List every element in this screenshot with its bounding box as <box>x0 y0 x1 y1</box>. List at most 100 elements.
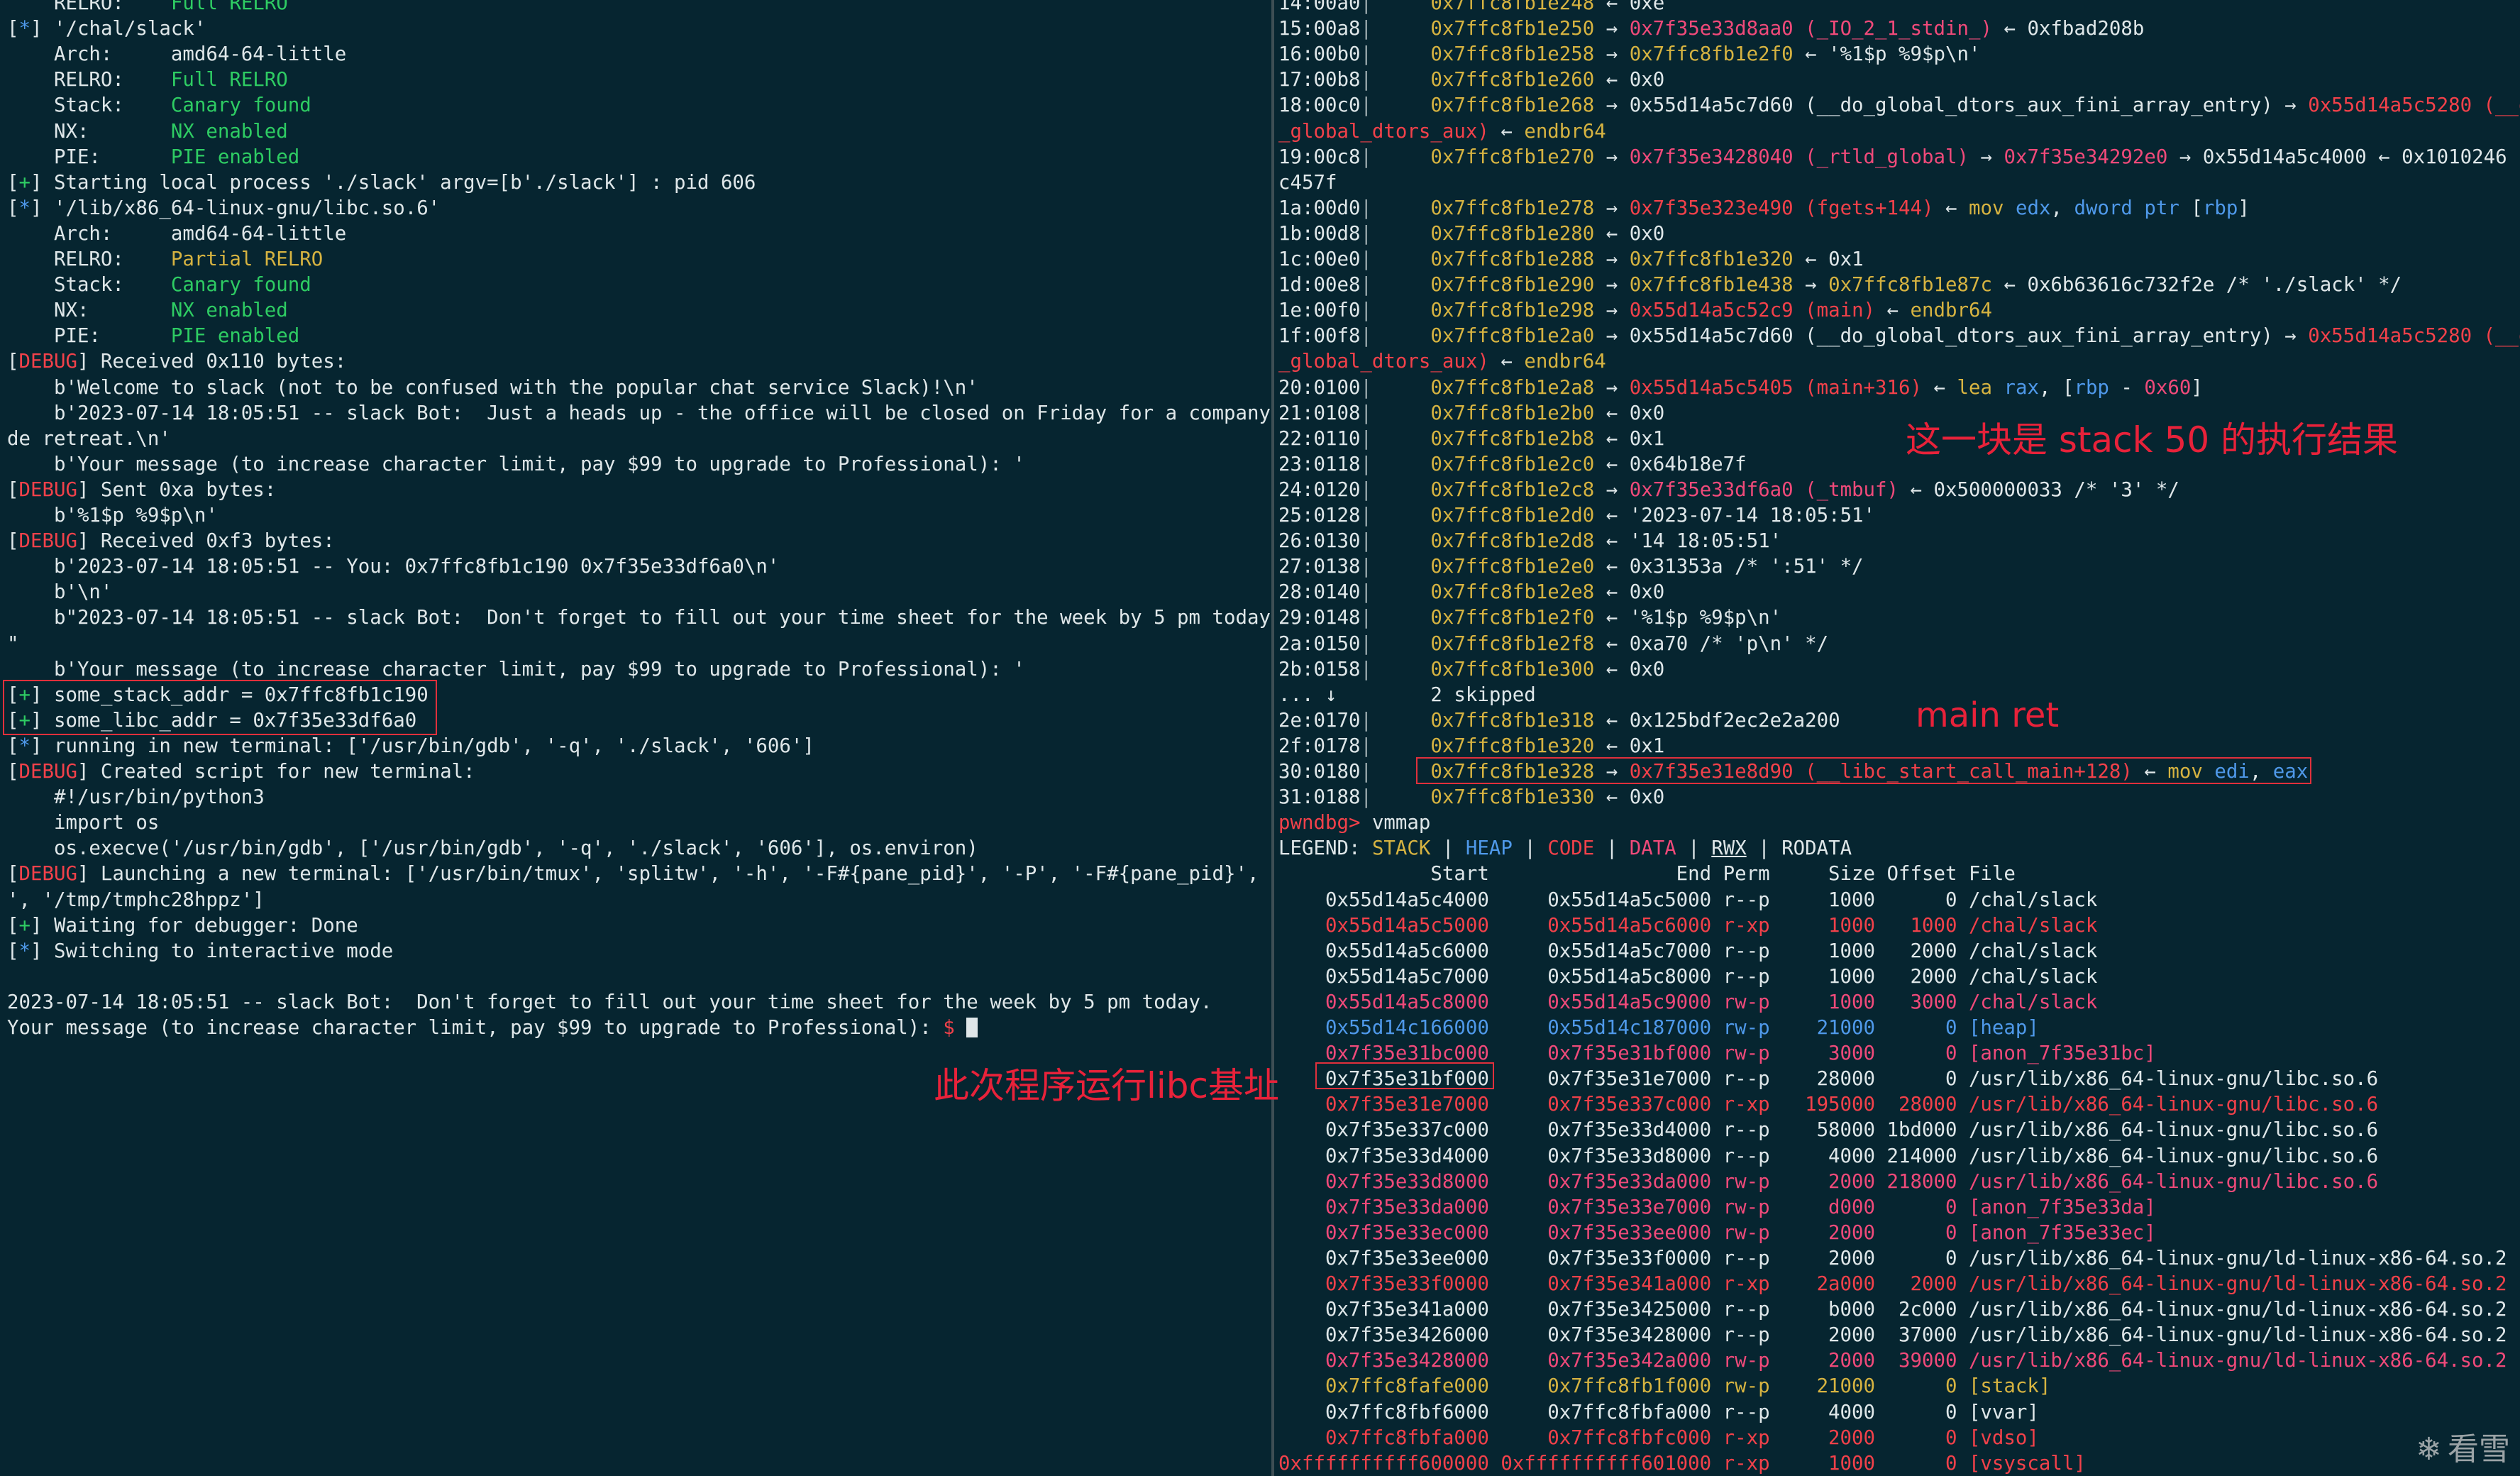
line-segment: [ <box>7 171 19 194</box>
line-segment: DEBUG <box>18 351 77 373</box>
line-segment: HEAP <box>1465 837 1513 860</box>
line-segment: ] <box>2238 197 2250 219</box>
terminal-line: [*] running in new terminal: ['/usr/bin/… <box>7 734 814 759</box>
line-segment: 0x7ffc8fb1e2a0 <box>1371 325 1595 348</box>
line-segment: [ <box>7 530 19 553</box>
line-segment: | <box>1430 837 1466 860</box>
line-segment: PIE: <box>7 145 171 168</box>
line-segment: ] Launching a new terminal: ['/usr/bin/t… <box>77 863 1271 886</box>
vmmap-row: 0x7f35e3428000 0x7f35e342a000 rw-p 2000 … <box>1278 1350 2507 1372</box>
line-segment: 0x7f35e3428040 (_rtld_global) <box>1629 145 1969 168</box>
line-segment: * <box>18 734 31 757</box>
terminal-line: b'%1$p %9$p\n' <box>7 503 218 529</box>
line-segment: | <box>1360 478 1372 501</box>
line-segment: * <box>18 197 31 219</box>
line-segment: [ <box>7 914 19 937</box>
line-segment: b'Welcome to slack (not to be confused w… <box>7 376 978 399</box>
line-segment: PIE: <box>7 325 171 348</box>
cursor[interactable] <box>966 1018 978 1037</box>
stack-line: 17:00b8| 0x7ffc8fb1e260 ← 0x0 <box>1278 67 1664 93</box>
line-segment: | <box>1360 325 1372 348</box>
terminal-line: RELRO: Partial RELRO <box>7 247 323 272</box>
terminal-line: [DEBUG] Received 0xf3 bytes: <box>7 529 335 554</box>
stack-line: 24:0120| 0x7ffc8fb1e2c8 → 0x7f35e33df6a0… <box>1278 478 2179 503</box>
line-segment: 27:0138 <box>1278 556 1361 578</box>
line-segment: 0x7ffc8fb1e2b8 <box>1371 427 1595 450</box>
line-segment: | <box>1360 197 1372 219</box>
line-segment: | <box>1360 556 1372 578</box>
terminal-line: PIE: PIE enabled <box>7 324 299 349</box>
line-segment: → <box>1594 145 1630 168</box>
line-segment: | <box>1360 69 1372 92</box>
stack-line: 15:00a8| 0x7ffc8fb1e250 → 0x7f35e33d8aa0… <box>1278 16 2144 42</box>
leaked-addresses-highlight <box>3 680 437 735</box>
line-segment: Canary found <box>170 94 311 117</box>
line-segment: ← 0xfbad208b <box>1991 18 2145 40</box>
terminal-line: Arch: amd64-64-little <box>7 42 346 67</box>
vmmap-row: 0xffffffffff600000 0xffffffffff601000 r-… <box>1278 1452 2086 1475</box>
line-segment: 1d:00e8 <box>1278 274 1361 297</box>
line-segment: ] Received 0xf3 bytes: <box>77 530 335 553</box>
line-segment: 0x7ffc8fb1e260 <box>1371 69 1595 92</box>
line-segment: 0x7ffc8fb1e290 <box>1371 274 1595 297</box>
line-segment: | RODATA <box>1746 837 1852 860</box>
line-segment: [ <box>7 940 19 962</box>
stack-line: ... ↓ 2 skipped <box>1278 683 1536 708</box>
line-segment: 19:00c8 <box>1278 145 1361 168</box>
stack-line: 1b:00d8| 0x7ffc8fb1e280 ← 0x0 <box>1278 221 1664 247</box>
line-segment: 20:0100 <box>1278 376 1361 399</box>
stack-line: 26:0130| 0x7ffc8fb1e2d8 ← '14 18:05:51' <box>1278 529 1781 554</box>
stack-line: c457f <box>1278 170 1337 196</box>
line-segment: ] Sent 0xa bytes: <box>77 478 277 501</box>
line-segment: ← '14 18:05:51' <box>1594 530 1782 553</box>
line-segment: pwndbg> <box>1278 812 1372 835</box>
line-segment: | <box>1360 427 1372 450</box>
terminal-line: b"2023-07-14 18:05:51 -- slack Bot: Don'… <box>7 605 1271 631</box>
line-segment: | <box>1360 299 1372 322</box>
line-segment: ← 0x31353a /* ':51' */ <box>1594 556 1864 578</box>
tmux-pane-divider <box>1271 0 1274 1476</box>
line-segment: ] '/chal/slack' <box>31 18 206 40</box>
vmmap-row: 0x7f35e33ec000 0x7f35e33ee000 rw-p 2000 … <box>1278 1221 2156 1244</box>
line-segment: DEBUG <box>18 530 77 553</box>
vmmap-row: 0x7f35e33da000 0x7f35e33e7000 rw-p d000 … <box>1278 1196 2156 1218</box>
line-segment: 0x7ffc8fb1e320 <box>1371 734 1595 757</box>
vmmap-row: 0x55d14a5c5000 0x55d14a5c6000 r-xp 1000 … <box>1278 914 2098 937</box>
line-segment: PIE enabled <box>170 145 300 168</box>
line-segment: | <box>1360 581 1372 604</box>
line-segment: 22:0110 <box>1278 427 1361 450</box>
line-segment: b'\n' <box>7 581 113 604</box>
line-segment: 2b:0158 <box>1278 658 1361 681</box>
line-segment: ← 0x1 <box>1594 427 1665 450</box>
line-segment: #!/usr/bin/python3 <box>7 786 265 809</box>
vmmap-header: Start End Perm Size Offset File <box>1278 863 2016 886</box>
line-segment: b'Your message (to increase character li… <box>7 453 1025 475</box>
line-segment: ← <box>1875 299 1911 322</box>
line-segment: $ <box>943 1017 967 1039</box>
watermark-text: 看雪 <box>2448 1431 2510 1467</box>
stack-line: _global_dtors_aux) ← endbr64 <box>1278 119 1606 145</box>
line-segment: 1e:00f0 <box>1278 299 1361 322</box>
terminal-line: b'2023-07-14 18:05:51 -- slack Bot: Just… <box>7 401 1271 426</box>
line-segment: ] Switching to interactive mode <box>31 940 394 962</box>
line-segment: → <box>1594 18 1630 40</box>
vmmap-row: 0x7f35e3426000 0x7f35e3428000 r--p 2000 … <box>1278 1324 2507 1347</box>
line-segment: + <box>18 914 31 937</box>
right-terminal-pane[interactable]: 14:00a0| 0x7ffc8fb1e248 ← 0xe 15:00a8| 0x… <box>1277 0 2520 1476</box>
terminal-line: NX: NX enabled <box>7 298 288 324</box>
left-terminal-pane[interactable]: RELRO: Full RELRO [*] '/chal/slack' Arch:… <box>0 0 1271 1476</box>
terminal-line: de retreat.\n' <box>7 426 171 452</box>
line-segment: 0x7ffc8fb1e268 <box>1371 94 1595 117</box>
line-segment: ] Starting local process './slack' argv=… <box>31 171 756 194</box>
line-segment: [ <box>7 863 19 886</box>
line-segment: 0x7ffc8fb1e280 <box>1371 222 1595 245</box>
line-segment: Full RELRO <box>170 69 288 92</box>
line-segment: , [ <box>2038 376 2074 399</box>
line-segment: | <box>1512 837 1548 860</box>
line-segment: | <box>1360 222 1372 245</box>
stack-line: 1f:00f8| 0x7ffc8fb1e2a0 → 0x55d14a5c7d60… <box>1278 324 2520 349</box>
line-segment: ← 0xe <box>1594 0 1665 14</box>
stack-line: 2a:0150| 0x7ffc8fb1e2f8 ← 0xa70 /* 'p\n'… <box>1278 632 1828 657</box>
line-segment: | <box>1360 505 1372 527</box>
stack-line: 29:0148| 0x7ffc8fb1e2f0 ← '%1$p %9$p\n' <box>1278 605 1781 631</box>
